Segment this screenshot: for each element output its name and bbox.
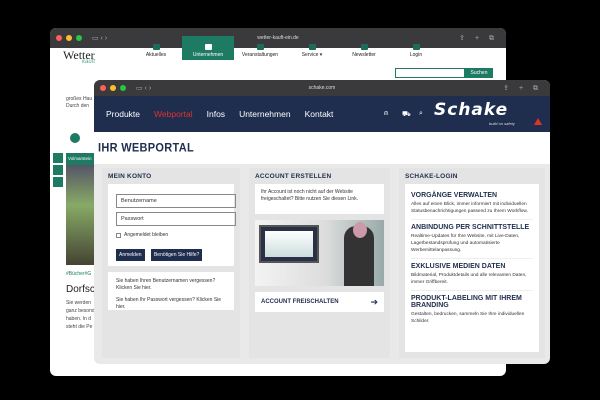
- laptop-user-image: [255, 220, 384, 286]
- forgot-password-link[interactable]: Sie haben Ihr Passwort vergessen? Klicke…: [116, 297, 226, 312]
- user-icon: [412, 44, 420, 50]
- nav-produkte[interactable]: Produkte: [106, 109, 140, 119]
- globe-icon[interactable]: [70, 133, 80, 143]
- account-activate-link[interactable]: ACCOUNT FREISCHALTEN ➔: [255, 292, 384, 312]
- maximize-window-button[interactable]: [120, 85, 126, 91]
- site-header: Produkte Webportal Infos Unternehmen Kon…: [94, 96, 550, 132]
- warning-triangle-icon: [534, 118, 542, 125]
- features-list: VORGÄNGE VERWALTEN Alles auf einen Blick…: [405, 184, 539, 352]
- side-action-buttons: [53, 153, 63, 189]
- address-bar[interactable]: schake.com: [309, 85, 336, 91]
- schake-logo[interactable]: Schake build on safety: [434, 100, 544, 128]
- nav-infos[interactable]: Infos: [207, 109, 225, 119]
- person-head-graphic: [353, 222, 367, 238]
- browser-toolbar: ▭ ‹ › schake.com ⇪ + ⧉: [94, 80, 550, 96]
- body-text: Durch den: [66, 103, 90, 109]
- side-button[interactable]: [53, 177, 63, 187]
- wetter-logo[interactable]: Wetter kauft: [60, 38, 108, 66]
- article-text: steht die Pe: [66, 324, 93, 330]
- menu-item-veranstaltungen[interactable]: Veranstaltungen: [234, 36, 286, 60]
- logo-tagline: build on safety: [489, 121, 515, 126]
- menu-label: Newsletter: [352, 52, 376, 58]
- panel-heading: SCHAKE-LOGIN: [399, 168, 545, 184]
- feature-text: Bildmaterial, Produktdetails und alle re…: [411, 273, 533, 291]
- username-field[interactable]: Benutzername: [116, 194, 236, 208]
- menu-label: Service ▾: [301, 52, 323, 58]
- menu-item-unternehmen[interactable]: Unternehmen: [182, 36, 234, 60]
- cart-icon[interactable]: ⛟: [402, 110, 411, 119]
- article-text: Sie werden: [66, 300, 92, 306]
- building-icon: [204, 44, 212, 50]
- menu-item-aktuelles[interactable]: Aktuelles: [130, 36, 182, 60]
- feature-text: Gestalten, bedrucken, sammeln Sie Ihre i…: [411, 311, 525, 324]
- account-erstellen-panel: ACCOUNT ERSTELLEN Ihr Account ist noch n…: [249, 168, 390, 358]
- menu-item-login[interactable]: Login: [390, 36, 442, 60]
- feature-title: EXKLUSIVE MEDIEN DATEN: [411, 262, 506, 270]
- body-text: großes Hau: [66, 96, 93, 102]
- feature-title: VORGÄNGE VERWALTEN: [411, 191, 498, 200]
- menu-label: Veranstaltungen: [241, 52, 279, 58]
- feature-title: PRODUKT-LABELING MIT IHREM BRANDING: [411, 294, 522, 310]
- laptop-graphic: [259, 225, 319, 263]
- nav-kontakt[interactable]: Kontakt: [305, 109, 334, 119]
- article-text: haben. In d: [66, 316, 92, 322]
- hashtags[interactable]: #Bücher#G: [66, 271, 91, 277]
- panel-heading: MEIN KONTO: [102, 168, 240, 184]
- side-button[interactable]: [53, 165, 63, 175]
- logo-subtext: kauft: [82, 59, 96, 65]
- news-icon: [152, 44, 160, 50]
- remember-me-checkbox[interactable]: Angemeldet bleiben: [116, 232, 226, 238]
- close-window-button[interactable]: [100, 85, 106, 91]
- help-button[interactable]: Benötigen Sie Hilfe?: [150, 249, 203, 261]
- account-info-text: Ihr Account ist noch nicht auf der Websi…: [255, 184, 384, 214]
- nav-unternehmen[interactable]: Unternehmen: [239, 109, 291, 119]
- feature-text: Alles auf einen Blick, immer informiert …: [411, 202, 533, 220]
- sidebar-toggle-icon[interactable]: ▭ ‹ ›: [136, 84, 151, 92]
- checkbox-box[interactable]: [116, 232, 121, 238]
- article-text: ganz besond: [66, 308, 95, 314]
- login-form: Benutzername Passwort Angemeldet bleiben…: [108, 184, 236, 266]
- share-tabs-icons[interactable]: ⇪ + ⧉: [503, 84, 542, 93]
- menu-item-service[interactable]: Service ▾: [286, 36, 338, 60]
- article-image: [66, 165, 96, 265]
- logo-wordmark: Schake: [434, 100, 509, 120]
- link-label: ACCOUNT FREISCHALTEN: [261, 299, 339, 305]
- feature-title: ANBINDUNG PER SCHNITTSTELLE: [411, 223, 530, 232]
- menu-item-newsletter[interactable]: Newsletter: [338, 36, 390, 60]
- page-title: IHR WEBPORTAL: [98, 141, 194, 155]
- menu-label: Aktuelles: [145, 52, 167, 58]
- arrow-right-icon: ➔: [370, 296, 378, 307]
- share-tabs-icons[interactable]: ⇪ + ⧉: [459, 34, 498, 43]
- nav-webportal[interactable]: Webportal: [154, 109, 193, 119]
- service-icon: [308, 44, 316, 50]
- checkbox-label: Angemeldet bleiben: [124, 232, 169, 238]
- feature-text: Realtime-Updates für Ihre Website, mit L…: [411, 234, 533, 259]
- schake-login-panel: SCHAKE-LOGIN VORGÄNGE VERWALTEN Alles au…: [399, 168, 545, 358]
- user-icon[interactable]: ⍝: [384, 110, 388, 118]
- menu-label: Unternehmen: [192, 52, 224, 58]
- calendar-icon: [256, 44, 264, 50]
- foreground-browser-window[interactable]: ▭ ‹ › schake.com ⇪ + ⧉ Produkte Webporta…: [94, 80, 550, 364]
- forgot-credentials-card: Sie haben Ihren Benutzernamen vergessen?…: [108, 272, 234, 310]
- password-field[interactable]: Passwort: [116, 212, 236, 226]
- forgot-username-link[interactable]: Sie haben Ihren Benutzernamen vergessen?…: [116, 278, 226, 293]
- minimize-window-button[interactable]: [110, 85, 116, 91]
- panel-heading: ACCOUNT ERSTELLEN: [249, 168, 390, 184]
- search-button[interactable]: Suchen: [465, 68, 493, 78]
- side-button[interactable]: [53, 153, 63, 163]
- menu-label: Login: [409, 52, 423, 58]
- login-button[interactable]: Anmelden: [116, 249, 145, 261]
- mein-konto-panel: MEIN KONTO Benutzername Passwort Angemel…: [102, 168, 240, 358]
- search-input[interactable]: [395, 68, 465, 78]
- mail-icon: [360, 44, 368, 50]
- search-icon[interactable]: ⌕: [419, 110, 423, 118]
- main-menu: Aktuelles Unternehmen Veranstaltungen Se…: [130, 36, 442, 60]
